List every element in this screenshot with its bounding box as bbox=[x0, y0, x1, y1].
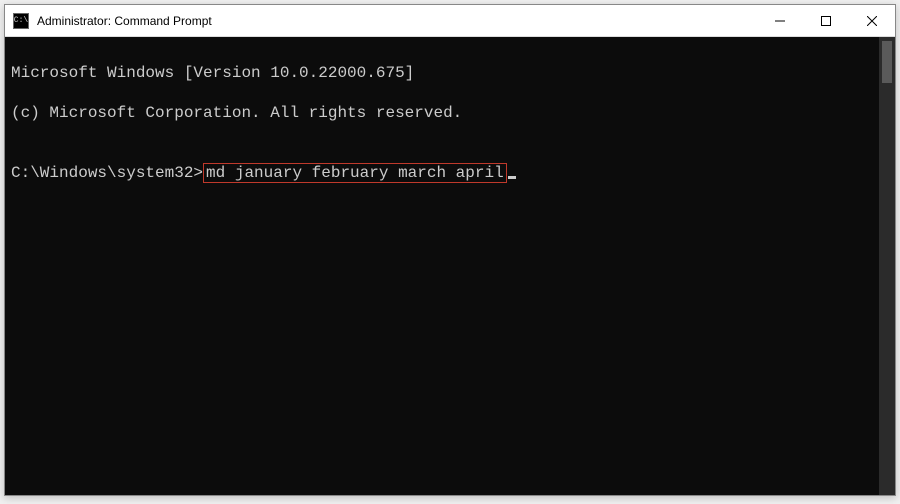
maximize-icon bbox=[821, 16, 831, 26]
close-icon bbox=[867, 16, 877, 26]
maximize-button[interactable] bbox=[803, 5, 849, 36]
command-prompt-window: C:\ Administrator: Command Prompt Micros… bbox=[4, 4, 896, 496]
command-text: md january february march april bbox=[206, 164, 504, 182]
close-button[interactable] bbox=[849, 5, 895, 36]
text-cursor bbox=[508, 176, 516, 179]
terminal-area: Microsoft Windows [Version 10.0.22000.67… bbox=[5, 37, 895, 495]
minimize-icon bbox=[775, 16, 785, 26]
app-icon-glyph: C:\ bbox=[14, 17, 28, 25]
minimize-button[interactable] bbox=[757, 5, 803, 36]
copyright-line: (c) Microsoft Corporation. All rights re… bbox=[11, 103, 871, 123]
vertical-scrollbar[interactable] bbox=[879, 37, 895, 495]
titlebar[interactable]: C:\ Administrator: Command Prompt bbox=[5, 5, 895, 37]
scrollbar-thumb[interactable] bbox=[882, 41, 892, 83]
prompt-line: C:\Windows\system32>md january february … bbox=[11, 163, 871, 183]
terminal-output[interactable]: Microsoft Windows [Version 10.0.22000.67… bbox=[5, 37, 879, 495]
window-title: Administrator: Command Prompt bbox=[37, 14, 212, 28]
version-line: Microsoft Windows [Version 10.0.22000.67… bbox=[11, 63, 871, 83]
app-icon: C:\ bbox=[13, 13, 29, 29]
prompt-text: C:\Windows\system32> bbox=[11, 164, 203, 182]
command-highlight: md january february march april bbox=[203, 163, 507, 183]
window-controls bbox=[757, 5, 895, 36]
